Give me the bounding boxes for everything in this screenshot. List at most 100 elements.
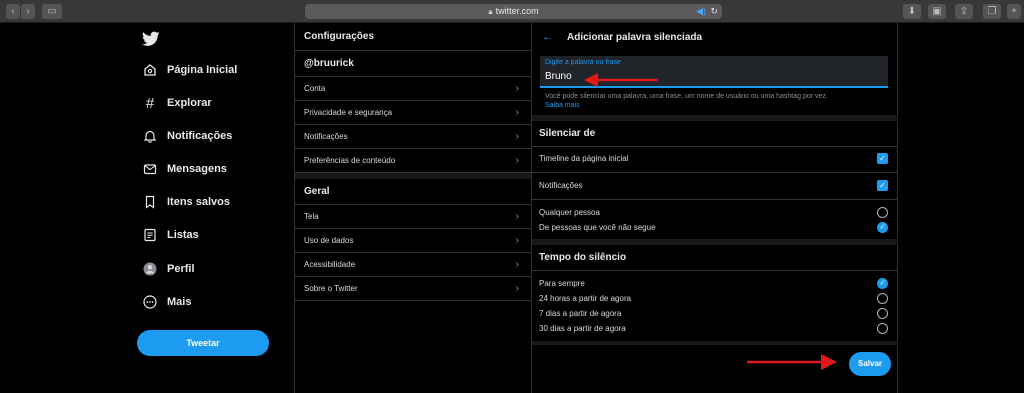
nav-item-explore[interactable]: # Explorar bbox=[142, 92, 212, 114]
mute-from-home-label: Timeline da página inicial bbox=[539, 154, 629, 163]
back-arrow-icon[interactable]: ← bbox=[542, 31, 553, 43]
settings-panel: Configurações @bruurick Conta › Privacida… bbox=[294, 23, 532, 393]
duration-7d-label: 7 dias a partir de agora bbox=[539, 309, 622, 318]
settings-item-label: Sobre o Twitter bbox=[304, 284, 358, 293]
reload-icon[interactable]: ↻ bbox=[710, 4, 718, 19]
duration-30d-row[interactable]: 30 dias a partir de agora bbox=[532, 324, 898, 333]
section-divider bbox=[532, 341, 898, 345]
duration-7d-radio[interactable] bbox=[877, 308, 888, 319]
settings-item-data-usage[interactable]: Uso de dados › bbox=[295, 229, 531, 253]
chevron-right-icon: › bbox=[515, 211, 519, 222]
chevron-right-icon: › bbox=[515, 283, 519, 294]
address-bar[interactable]: 🔒︎ twitter.com ◀︎) ↻ bbox=[305, 4, 722, 19]
duration-24h-row[interactable]: 24 horas a partir de agora bbox=[532, 294, 898, 303]
nav-item-lists[interactable]: Listas bbox=[142, 224, 199, 246]
download-button[interactable]: ⬇ bbox=[903, 4, 921, 19]
duration-30d-radio[interactable] bbox=[877, 323, 888, 334]
mute-word-input-value[interactable]: Bruno bbox=[545, 71, 572, 82]
duration-24h-label: 24 horas a partir de agora bbox=[539, 294, 632, 303]
settings-item-label: Uso de dados bbox=[304, 236, 354, 245]
twitter-logo-icon[interactable] bbox=[142, 31, 160, 47]
settings-item-label: Notificações bbox=[304, 132, 348, 141]
account-handle: @bruurick bbox=[295, 51, 531, 77]
chevron-right-icon: › bbox=[515, 155, 519, 166]
lock-icon: 🔒︎ bbox=[488, 7, 493, 16]
nav-item-bookmarks[interactable]: Itens salvos bbox=[142, 191, 230, 213]
mute-from-anyone-row[interactable]: Qualquer pessoa bbox=[532, 208, 898, 217]
mute-header: ← Adicionar palavra silenciada bbox=[532, 23, 897, 51]
home-icon bbox=[142, 62, 158, 78]
settings-title: Configurações bbox=[295, 23, 531, 51]
chevron-right-icon: › bbox=[515, 131, 519, 142]
extension-button[interactable]: ▣ bbox=[928, 4, 946, 19]
settings-item-about[interactable]: Sobre o Twitter › bbox=[295, 277, 531, 301]
settings-item-account[interactable]: Conta › bbox=[295, 77, 531, 101]
list-icon bbox=[142, 227, 158, 243]
nav-item-messages[interactable]: Mensagens bbox=[142, 158, 227, 180]
duration-forever-row[interactable]: Para sempre bbox=[532, 279, 898, 288]
chevron-right-icon: › bbox=[515, 235, 519, 246]
settings-item-privacy[interactable]: Privacidade e segurança › bbox=[295, 101, 531, 125]
nav-label-explore: Explorar bbox=[167, 97, 212, 109]
address-text: twitter.com bbox=[495, 6, 539, 16]
tabs-overview-button[interactable]: ❐ bbox=[983, 4, 1001, 19]
row-divider bbox=[532, 199, 898, 200]
mute-from-not-following-radio[interactable]: ✓ bbox=[877, 222, 888, 233]
nav-item-profile[interactable]: Perfil bbox=[142, 258, 195, 280]
nav-label-more: Mais bbox=[167, 296, 192, 308]
duration-forever-radio[interactable]: ✓ bbox=[877, 278, 888, 289]
duration-30d-label: 30 dias a partir de agora bbox=[539, 324, 626, 333]
duration-7d-row[interactable]: 7 dias a partir de agora bbox=[532, 309, 898, 318]
nav-item-notifications[interactable]: Notificações bbox=[142, 125, 232, 147]
nav-label-profile: Perfil bbox=[167, 263, 195, 275]
sidebar-toggle-button[interactable]: ▭ bbox=[42, 4, 62, 19]
settings-item-content-preferences[interactable]: Preferências de conteúdo › bbox=[295, 149, 531, 173]
nav-label-notifications: Notificações bbox=[167, 130, 233, 142]
new-tab-button[interactable]: + bbox=[1007, 4, 1021, 19]
sidebar-nav: Página Inicial # Explorar Notificações M… bbox=[120, 23, 294, 393]
mute-from-title: Silenciar de bbox=[532, 121, 898, 147]
chevron-right-icon: › bbox=[515, 83, 519, 94]
duration-title: Tempo do silêncio bbox=[532, 245, 898, 271]
mute-word-hint: Você pode silenciar uma palavra, uma fra… bbox=[545, 92, 890, 110]
envelope-icon bbox=[142, 161, 158, 177]
nav-label-messages: Mensagens bbox=[167, 163, 227, 175]
nav-label-lists: Listas bbox=[167, 229, 199, 241]
mute-from-notifications-label: Notificações bbox=[539, 181, 583, 190]
learn-more-link[interactable]: Saiba mais bbox=[545, 102, 580, 109]
nav-label-home: Página Inicial bbox=[167, 64, 238, 76]
settings-item-display[interactable]: Tela › bbox=[295, 205, 531, 229]
back-button[interactable]: ‹ bbox=[6, 4, 20, 19]
nav-label-bookmarks: Itens salvos bbox=[167, 196, 230, 208]
mute-from-not-following-row[interactable]: De pessoas que você não segue bbox=[532, 223, 898, 232]
mute-word-input-label: Digite a palavra ou frase bbox=[545, 59, 621, 66]
annotation-arrow-save bbox=[747, 354, 837, 370]
browser-toolbar: ‹ › ▭ 🔒︎ twitter.com ◀︎) ↻ ⬇ ▣ ⇪ ❐ + bbox=[0, 0, 1024, 23]
mute-from-notifications-row[interactable]: Notificações bbox=[532, 181, 898, 190]
forward-button[interactable]: › bbox=[21, 4, 35, 19]
hint-text: Você pode silenciar uma palavra, uma fra… bbox=[545, 93, 828, 100]
settings-item-label: Conta bbox=[304, 84, 326, 93]
bell-icon bbox=[142, 128, 158, 144]
hashtag-icon: # bbox=[145, 94, 155, 112]
settings-item-label: Tela bbox=[304, 212, 319, 221]
mute-from-notifications-checkbox[interactable]: ✓ bbox=[877, 180, 888, 191]
mute-from-anyone-label: Qualquer pessoa bbox=[539, 208, 600, 217]
settings-item-label: Privacidade e segurança bbox=[304, 108, 393, 117]
row-divider bbox=[532, 172, 898, 173]
mute-from-home-row[interactable]: Timeline da página inicial bbox=[532, 154, 898, 163]
tweet-button[interactable]: Tweetar bbox=[137, 330, 269, 356]
settings-item-label: Acessibilidade bbox=[304, 260, 356, 269]
save-button[interactable]: Salvar bbox=[849, 352, 891, 376]
speaker-icon[interactable]: ◀︎) bbox=[696, 4, 706, 19]
settings-item-notifications[interactable]: Notificações › bbox=[295, 125, 531, 149]
nav-item-more[interactable]: Mais bbox=[142, 291, 191, 313]
mute-from-home-checkbox[interactable]: ✓ bbox=[877, 153, 888, 164]
mute-from-anyone-radio[interactable] bbox=[877, 207, 888, 218]
settings-item-label: Preferências de conteúdo bbox=[304, 156, 396, 165]
duration-24h-radio[interactable] bbox=[877, 293, 888, 304]
nav-item-home[interactable]: Página Inicial bbox=[142, 59, 237, 81]
general-section-title: Geral bbox=[295, 179, 531, 205]
share-button[interactable]: ⇪ bbox=[955, 4, 973, 19]
settings-item-accessibility[interactable]: Acessibilidade › bbox=[295, 253, 531, 277]
